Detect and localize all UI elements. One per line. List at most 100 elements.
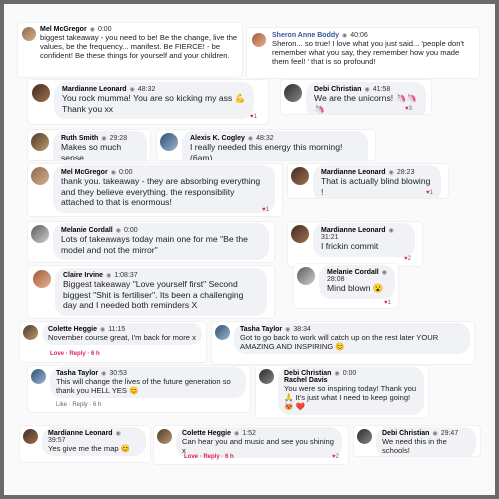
timestamp[interactable]: 40:06: [350, 32, 368, 39]
reaction-count[interactable]: ♥1: [250, 114, 257, 120]
avatar[interactable]: [357, 429, 372, 444]
timestamp[interactable]: 29:47: [441, 430, 459, 437]
avatar[interactable]: [23, 429, 38, 444]
avatar[interactable]: [22, 27, 36, 41]
tagged-name[interactable]: Rachel Davis: [284, 377, 418, 384]
timestamp[interactable]: 0:00: [124, 227, 138, 234]
reaction-count[interactable]: ♥2: [332, 454, 339, 460]
commenter-name[interactable]: Mardianne Leonard: [321, 169, 386, 176]
timestamp[interactable]: 1:08:37: [114, 272, 137, 279]
avatar[interactable]: [23, 325, 38, 340]
commenter-name[interactable]: Claire Irvine: [63, 272, 103, 279]
avatar[interactable]: [31, 369, 46, 384]
avatar[interactable]: [160, 133, 178, 151]
comment-text: Sheron... so true! I love what you just …: [272, 39, 465, 67]
commenter-name[interactable]: Mardianne Leonard: [321, 227, 386, 234]
timestamp[interactable]: 0:00: [98, 26, 112, 33]
commenter-name[interactable]: Debi Christian: [284, 370, 331, 377]
avatar[interactable]: [31, 225, 49, 243]
verified-icon: ◉: [100, 327, 106, 333]
verified-icon: ◉: [115, 431, 121, 437]
avatar[interactable]: [32, 84, 50, 102]
reaction-count[interactable]: ♥1: [262, 207, 269, 213]
comment-actions[interactable]: Like · Reply · 6 h: [56, 402, 101, 408]
timestamp[interactable]: 39:57: [48, 437, 140, 444]
commenter-name[interactable]: Tasha Taylor: [56, 370, 98, 377]
verified-icon: ◉: [342, 33, 348, 39]
verified-icon: ◉: [101, 136, 107, 142]
commenter-name[interactable]: Alexis K. Cogley: [190, 135, 245, 142]
comment-text: Can hear you and music and see you shini…: [182, 437, 334, 456]
avatar[interactable]: [291, 225, 309, 243]
reaction-count[interactable]: ♥1: [384, 300, 391, 306]
comment-card: Mardianne Leonard ◉ 39:57 Yes give me the…: [20, 426, 150, 462]
comment-actions[interactable]: Love · Reply · 6 h: [50, 351, 100, 357]
comment-text: Lots of takeaways today main one for me …: [61, 234, 248, 255]
avatar[interactable]: [259, 369, 274, 384]
avatar[interactable]: [31, 167, 49, 185]
commenter-name[interactable]: Mardianne Leonard: [62, 86, 127, 93]
comment-card: Mardianne Leonard ◉ 31:21 I frickin commi…: [288, 222, 422, 266]
comment-card: Mel McGregor ◉ 0:00 thank you. takeaway - …: [28, 164, 282, 216]
comment-card: Mel McGregor ◉ 0:00 biggest takeaway - you…: [18, 23, 242, 77]
verified-icon: ◉: [432, 431, 438, 437]
comment-card: Sheron Anne Boddy ◉ 40:06 Sheron... so tru…: [247, 28, 479, 78]
commenter-name[interactable]: Mel McGregor: [40, 26, 87, 33]
comment-card: Ruth Smith ◉ 29:28 Makes so much sense: [28, 130, 150, 160]
comment-card: Colette Heggie ◉ 1:52 Can hear you and mus…: [154, 426, 348, 464]
comment-text: This will change the lives of the future…: [56, 377, 231, 396]
avatar[interactable]: [297, 267, 315, 285]
commenter-name[interactable]: Colette Heggie: [48, 326, 97, 333]
timestamp[interactable]: 28:23: [397, 169, 415, 176]
avatar[interactable]: [284, 84, 302, 102]
timestamp[interactable]: 28:08: [327, 276, 387, 283]
commenter-name[interactable]: Melanie Cordall: [61, 227, 113, 234]
verified-icon: ◉: [381, 270, 387, 276]
verified-icon: ◉: [234, 431, 240, 437]
avatar[interactable]: [157, 429, 172, 444]
commenter-name[interactable]: Melanie Cordall: [327, 269, 379, 276]
commenter-name[interactable]: Mel McGregor: [61, 169, 108, 176]
timestamp[interactable]: 11:15: [108, 326, 125, 333]
avatar[interactable]: [31, 133, 49, 151]
verified-icon: ◉: [129, 87, 135, 93]
timestamp[interactable]: 0:00: [119, 169, 133, 176]
verified-icon: ◉: [364, 87, 370, 93]
timestamp[interactable]: 29:28: [110, 135, 128, 142]
commenter-name[interactable]: Sheron Anne Boddy: [272, 32, 339, 39]
commenter-name[interactable]: Debi Christian: [314, 86, 361, 93]
verified-icon: ◉: [106, 273, 112, 279]
timestamp[interactable]: 48:32: [138, 86, 156, 93]
avatar[interactable]: [291, 167, 309, 185]
comment-text: I really needed this energy this morning…: [190, 142, 343, 160]
comment-actions[interactable]: Love · Reply · 6 h: [184, 454, 234, 460]
commenter-name[interactable]: Ruth Smith: [61, 135, 98, 142]
avatar[interactable]: [252, 33, 266, 47]
timestamp[interactable]: 38:34: [293, 326, 311, 333]
verified-icon: ◉: [110, 170, 116, 176]
comment-card: Colette Heggie ◉ 11:15 November course gre…: [20, 322, 206, 362]
commenter-name[interactable]: Debi Christian: [382, 430, 429, 437]
timestamp[interactable]: 0:00: [343, 370, 357, 377]
reaction-count[interactable]: ♥3: [405, 106, 412, 112]
comment-card: Mardianne Leonard ◉ 28:23 That is actually…: [288, 164, 448, 198]
timestamp[interactable]: 30:53: [109, 370, 127, 377]
comment-text: Makes so much sense: [61, 142, 122, 160]
commenter-name[interactable]: Tasha Taylor: [240, 326, 282, 333]
comment-text: Biggest takeaway "Love yourself first" S…: [63, 279, 244, 310]
verified-icon: ◉: [101, 371, 107, 377]
comment-card: Debi Christian ◉ 0:00 Rachel Davis You wer…: [256, 366, 428, 418]
comment-text: Got to go back to work will catch up on …: [240, 333, 439, 352]
commenter-name[interactable]: Mardianne Leonard: [48, 430, 113, 437]
commenter-name[interactable]: Colette Heggie: [182, 430, 231, 437]
timestamp[interactable]: 48:32: [256, 135, 274, 142]
timestamp[interactable]: 41:58: [373, 86, 391, 93]
comment-card: Debi Christian ◉ 41:58 We are the unicorns…: [281, 80, 431, 114]
reaction-count[interactable]: ♥1: [426, 190, 433, 196]
reaction-count[interactable]: ♥2: [404, 256, 411, 262]
avatar[interactable]: [33, 270, 51, 288]
avatar[interactable]: [215, 325, 230, 340]
timestamp[interactable]: 31:21: [321, 234, 407, 241]
timestamp[interactable]: 1:52: [242, 430, 256, 437]
comment-text: Yes give me the map 😊: [48, 444, 131, 453]
